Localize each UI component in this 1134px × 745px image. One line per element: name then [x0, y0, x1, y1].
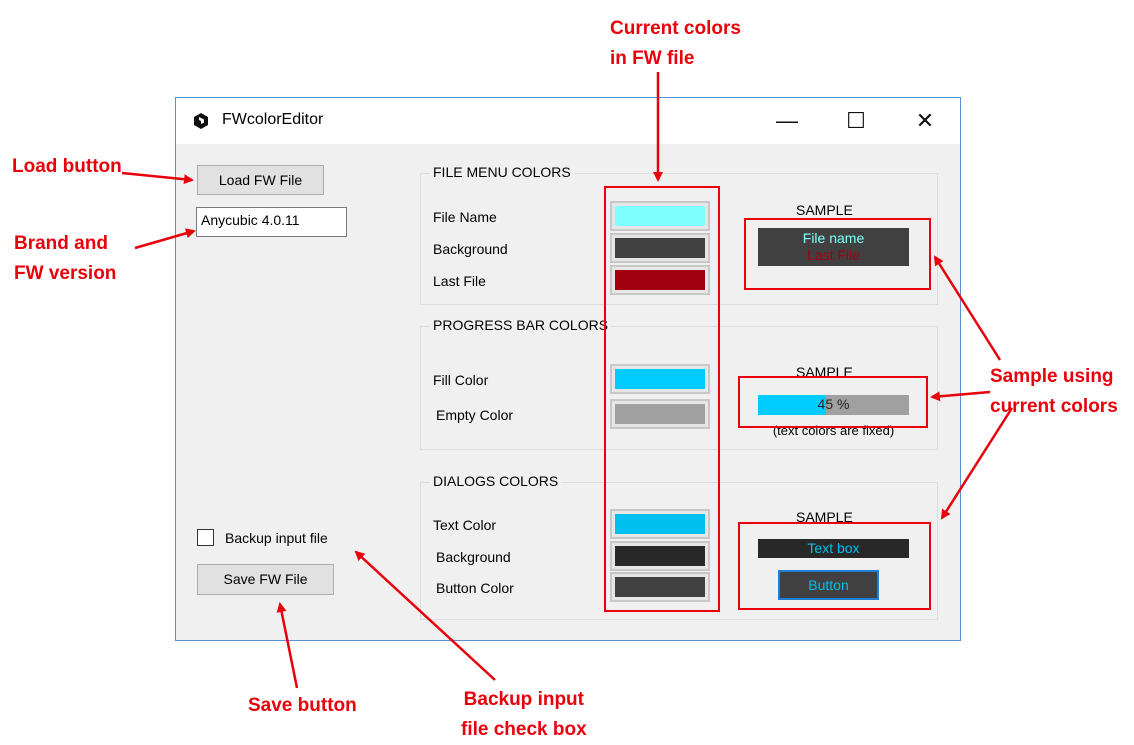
- arrow-sample-dialogs: [940, 407, 1014, 520]
- arrow-sample-file: [933, 255, 1002, 361]
- arrow-sample-progress: [930, 390, 991, 402]
- arrow-save-button: [276, 602, 299, 689]
- arrow-backup-checkbox: [354, 550, 496, 681]
- arrow-load-button: [121, 171, 194, 185]
- arrow-brand-version: [134, 228, 196, 250]
- annotation-arrows: [121, 72, 1014, 689]
